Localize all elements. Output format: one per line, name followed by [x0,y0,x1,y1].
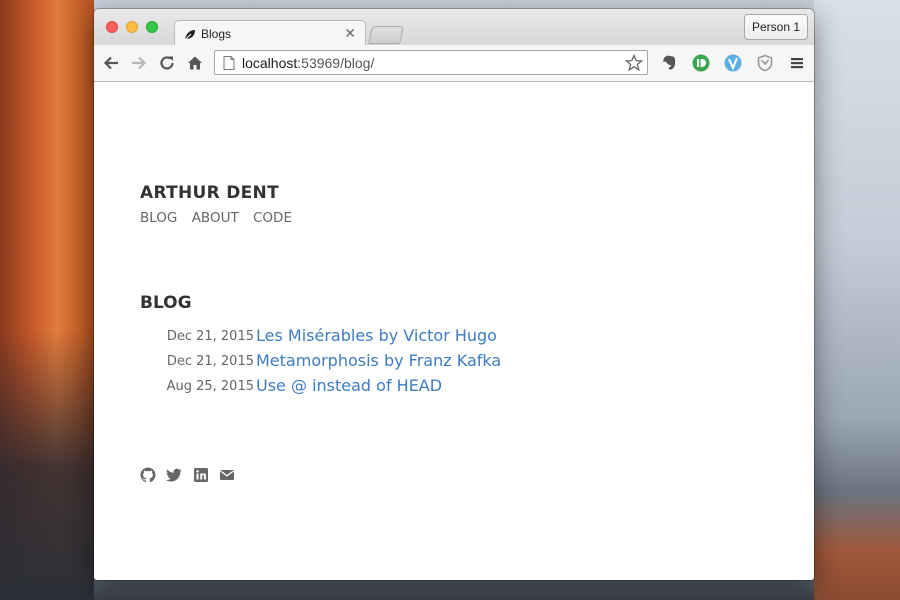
desktop-wallpaper-bottom [94,580,814,600]
tab-blogs[interactable]: Blogs ✕ [174,20,366,47]
page-content: ARTHUR DENT BLOG ABOUT CODE BLOG Dec 21,… [94,82,814,580]
close-tab-icon[interactable]: ✕ [344,25,356,42]
post-list: Dec 21, 2015 Les Misérables by Victor Hu… [140,325,640,400]
url-path: :53969/blog/ [297,55,375,71]
post-date: Dec 21, 2015 [166,329,254,344]
back-arrow-icon[interactable] [102,54,120,72]
url-host: localhost [242,55,298,71]
nav-link-code[interactable]: CODE [253,210,292,226]
bookmark-star-icon[interactable] [624,53,644,72]
social-links [140,467,241,485]
github-icon[interactable] [140,467,156,483]
post-link[interactable]: Use @ instead of HEAD [256,376,442,395]
shield-extension-icon[interactable] [756,54,774,72]
nav-link-blog[interactable]: BLOG [140,210,177,226]
post-date: Aug 25, 2015 [166,379,254,394]
nav-link-about[interactable]: ABOUT [192,210,239,226]
profile-button[interactable]: Person 1 [743,14,808,40]
browser-toolbar: localhost:53969/blog/ [94,45,814,82]
minimize-window-button[interactable] [126,21,138,33]
tab-title: Blogs [201,27,232,41]
page-icon [223,56,235,70]
desktop-wallpaper-left [0,0,94,600]
browser-window: Blogs ✕ Person 1 localhost:53969/blog/ A… [94,9,814,580]
forward-arrow-icon[interactable] [130,54,148,72]
menu-hamburger-icon[interactable] [788,54,806,72]
post-row: Dec 21, 2015 Les Misérables by Victor Hu… [140,325,640,350]
site-nav: BLOG ABOUT CODE [140,210,302,226]
post-row: Dec 21, 2015 Metamorphosis by Franz Kafk… [140,350,640,375]
title-bar: Blogs ✕ Person 1 [94,9,814,47]
close-window-button[interactable] [106,21,118,33]
evernote-icon[interactable] [660,54,678,72]
site-title[interactable]: ARTHUR DENT [140,183,279,203]
post-link[interactable]: Les Misérables by Victor Hugo [256,326,497,345]
desktop-wallpaper-right [814,0,900,600]
home-icon[interactable] [186,54,204,72]
url-text[interactable]: localhost:53969/blog/ [242,55,374,71]
new-tab-button[interactable] [368,26,404,44]
section-heading: BLOG [140,293,192,313]
maximize-window-button[interactable] [146,21,158,33]
post-date: Dec 21, 2015 [166,354,254,369]
pushbullet-icon[interactable] [692,54,710,72]
post-row: Aug 25, 2015 Use @ instead of HEAD [140,375,640,400]
email-icon[interactable] [219,467,235,483]
vimium-icon[interactable] [724,54,742,72]
post-link[interactable]: Metamorphosis by Franz Kafka [256,351,501,370]
reload-icon[interactable] [158,54,176,72]
leaf-favicon-icon [184,28,196,41]
twitter-icon[interactable] [166,467,182,483]
linkedin-icon[interactable] [193,467,209,483]
address-bar[interactable]: localhost:53969/blog/ [214,50,648,75]
